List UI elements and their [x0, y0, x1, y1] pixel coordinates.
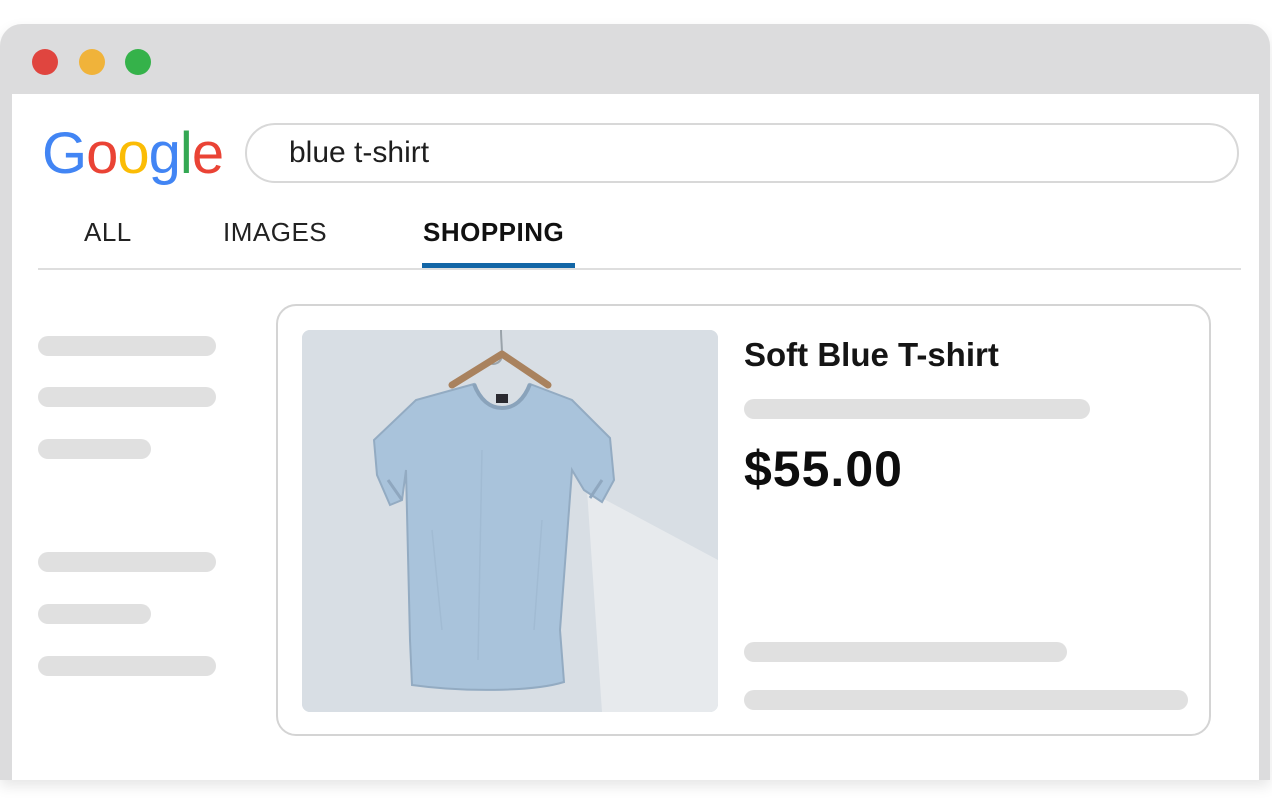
sidebar-placeholder-bar — [38, 604, 151, 624]
logo-letter: G — [42, 121, 87, 186]
page-content: Google ALL IMAGES SHOPPING — [12, 94, 1259, 780]
t-shirt-on-hanger-icon — [302, 330, 718, 712]
tab-shopping[interactable]: SHOPPING — [423, 212, 564, 252]
sidebar-placeholder-bar — [38, 439, 151, 459]
search-input[interactable] — [245, 123, 1239, 183]
browser-window: Google ALL IMAGES SHOPPING — [0, 24, 1270, 780]
logo-letter: o — [86, 121, 118, 186]
logo-letter: g — [148, 121, 181, 186]
product-placeholder-bar — [744, 399, 1090, 419]
sidebar-placeholder-bar — [38, 387, 216, 407]
minimize-window-button[interactable] — [79, 49, 105, 75]
sidebar-placeholder-bar — [38, 336, 216, 356]
product-price: $55.00 — [744, 441, 903, 497]
sidebar-placeholder-bar — [38, 656, 216, 676]
product-image[interactable] — [302, 330, 718, 712]
product-card[interactable]: Soft Blue T-shirt $55.00 — [276, 304, 1211, 736]
product-placeholder-bar — [744, 690, 1188, 710]
close-window-button[interactable] — [32, 49, 58, 75]
tab-all[interactable]: ALL — [84, 212, 132, 252]
tabs-divider — [38, 268, 1241, 270]
logo-letter: l — [179, 121, 193, 186]
maximize-window-button[interactable] — [125, 49, 151, 75]
product-placeholder-bar — [744, 642, 1067, 662]
sidebar-placeholder-bar — [38, 552, 216, 572]
product-title[interactable]: Soft Blue T-shirt — [744, 336, 999, 374]
logo-letter: e — [191, 121, 224, 186]
logo-letter: o — [117, 121, 149, 186]
tab-images[interactable]: IMAGES — [223, 212, 327, 252]
google-logo[interactable]: Google — [42, 114, 224, 194]
